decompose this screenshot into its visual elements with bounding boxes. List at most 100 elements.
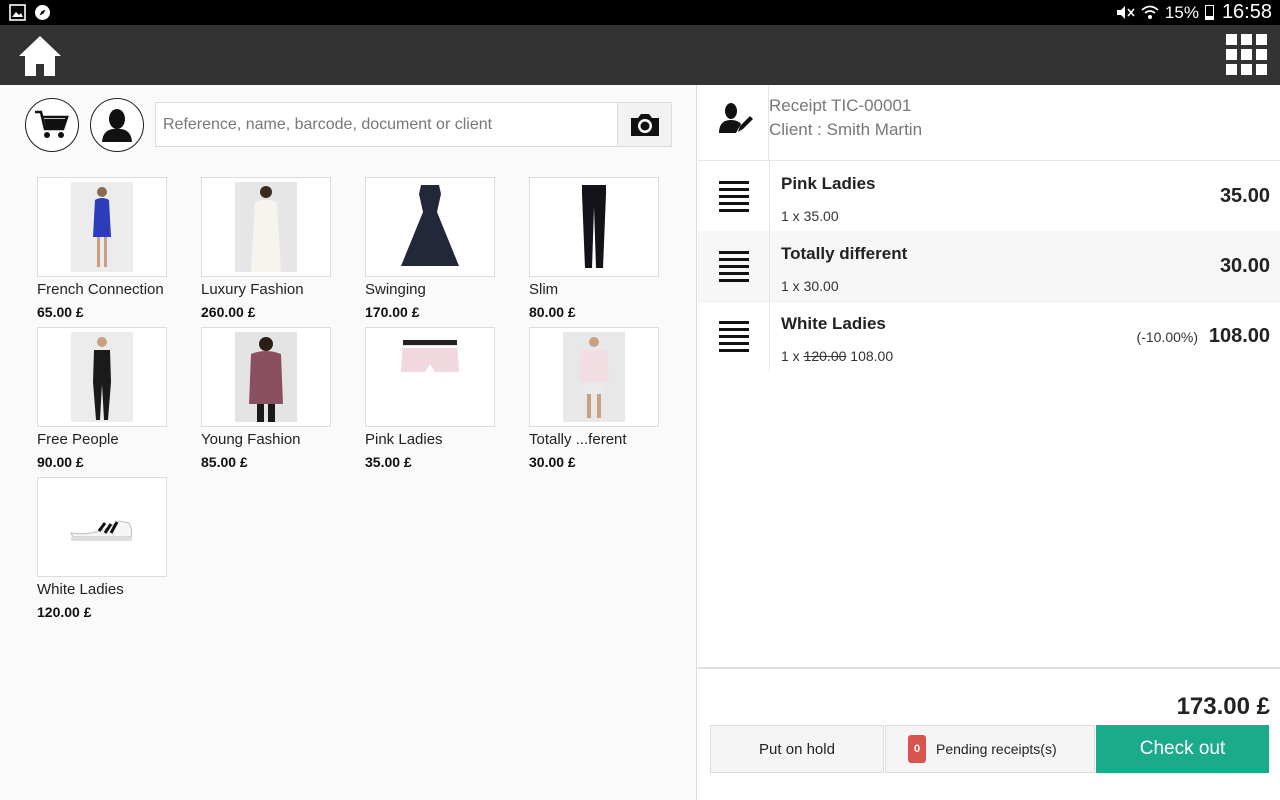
camera-icon bbox=[630, 113, 659, 136]
original-price: 120.00 bbox=[803, 348, 847, 364]
put-on-hold-button[interactable]: Put on hold bbox=[710, 725, 884, 773]
receipt-client: Client : Smith Martin bbox=[769, 120, 923, 139]
grid-cell bbox=[1226, 64, 1237, 75]
product-price: 90.00 £ bbox=[37, 454, 84, 470]
product-price: 65.00 £ bbox=[37, 304, 84, 320]
product-tile[interactable]: White Ladies 120.00 £ bbox=[37, 477, 187, 627]
product-price: 120.00 £ bbox=[37, 604, 92, 620]
receipt-line[interactable]: Totally different 1 x 30.00 30.00 bbox=[698, 231, 1280, 301]
battery-percent: 15% bbox=[1164, 2, 1199, 22]
catalog-pane: French Connection 65.00 £ Luxury Fashion… bbox=[0, 85, 697, 800]
line-name: Pink Ladies bbox=[781, 174, 876, 193]
product-image bbox=[37, 327, 167, 427]
drag-handle[interactable] bbox=[698, 301, 770, 371]
search-field[interactable] bbox=[155, 102, 618, 147]
product-price: 30.00 £ bbox=[529, 454, 576, 470]
grid-cell bbox=[1241, 64, 1252, 75]
mute-icon bbox=[1116, 6, 1135, 19]
product-image bbox=[37, 477, 167, 577]
product-name: Luxury Fashion bbox=[201, 281, 304, 298]
hamburger-icon bbox=[719, 180, 749, 212]
product-name: Pink Ladies bbox=[365, 431, 443, 448]
product-tile[interactable]: Free People 90.00 £ bbox=[37, 327, 187, 477]
grid-cell bbox=[1241, 34, 1252, 45]
line-total: 35.00 bbox=[1219, 185, 1270, 207]
cart-button[interactable] bbox=[25, 98, 79, 152]
product-image bbox=[365, 327, 495, 427]
receipt-title: Receipt TIC-00001 bbox=[769, 96, 912, 115]
receipt-line[interactable]: Pink Ladies 1 x 35.00 35.00 bbox=[698, 161, 1280, 231]
grid-cell bbox=[1226, 34, 1237, 45]
product-image bbox=[201, 327, 331, 427]
search-input[interactable] bbox=[156, 103, 617, 146]
hamburger-icon bbox=[719, 320, 749, 352]
product-name: Swinging bbox=[365, 281, 426, 298]
hamburger-icon bbox=[719, 250, 749, 282]
line-total: 108.00 bbox=[1208, 325, 1270, 347]
product-price: 80.00 £ bbox=[529, 304, 576, 320]
product-name: French Connection bbox=[37, 281, 164, 298]
product-tile[interactable]: Young Fashion 85.00 £ bbox=[201, 327, 351, 477]
product-image bbox=[201, 177, 331, 277]
home-button[interactable] bbox=[16, 33, 64, 79]
product-tile[interactable]: Swinging 170.00 £ bbox=[365, 177, 515, 327]
grid-cell bbox=[1226, 49, 1237, 60]
product-tile[interactable]: Luxury Fashion 260.00 £ bbox=[201, 177, 351, 327]
edit-client-icon[interactable] bbox=[718, 102, 754, 134]
product-tile[interactable]: Totally ...ferent 30.00 £ bbox=[529, 327, 679, 477]
customer-button[interactable] bbox=[90, 98, 144, 152]
product-name: Slim bbox=[529, 281, 559, 298]
product-name: Free People bbox=[37, 431, 119, 448]
line-quantity: 1 x 35.00 bbox=[781, 208, 839, 224]
grid-cell bbox=[1241, 49, 1252, 60]
line-name: White Ladies bbox=[781, 314, 886, 333]
receipt-header: Receipt TIC-00001 Client : Smith Martin bbox=[698, 85, 1280, 161]
line-total: 30.00 bbox=[1219, 255, 1270, 277]
drag-handle[interactable] bbox=[698, 161, 770, 231]
line-discount: (-10.00%) bbox=[1136, 329, 1198, 345]
product-image bbox=[365, 177, 495, 277]
line-quantity: 1 x 120.00 108.00 bbox=[781, 348, 893, 364]
pending-receipts-button[interactable]: 0 Pending receipts(s) bbox=[885, 725, 1095, 773]
qty-prefix: 1 x bbox=[781, 348, 800, 364]
product-name: Totally ...ferent bbox=[529, 431, 627, 448]
grid-cell bbox=[1256, 64, 1267, 75]
cart-icon bbox=[35, 110, 69, 138]
footer-divider bbox=[698, 667, 1280, 669]
clock: 16:58 bbox=[1221, 1, 1272, 23]
wifi-icon bbox=[1141, 5, 1159, 19]
home-icon bbox=[19, 36, 61, 76]
pending-label: Pending receipts(s) bbox=[936, 741, 1057, 757]
product-name: Young Fashion bbox=[201, 431, 301, 448]
product-name: White Ladies bbox=[37, 581, 124, 598]
product-tile[interactable]: Slim 80.00 £ bbox=[529, 177, 679, 327]
checkout-button[interactable]: Check out bbox=[1096, 725, 1269, 773]
gallery-icon bbox=[9, 4, 26, 21]
product-price: 35.00 £ bbox=[365, 454, 412, 470]
product-price: 85.00 £ bbox=[201, 454, 248, 470]
product-tile[interactable]: Pink Ladies 35.00 £ bbox=[365, 327, 515, 477]
product-price: 260.00 £ bbox=[201, 304, 256, 320]
line-quantity: 1 x 30.00 bbox=[781, 278, 839, 294]
line-name: Totally different bbox=[781, 244, 908, 263]
barcode-scan-button[interactable] bbox=[617, 102, 672, 147]
product-price: 170.00 £ bbox=[365, 304, 420, 320]
grand-total: 173.00 £ bbox=[1176, 693, 1270, 720]
grid-cell bbox=[1256, 34, 1267, 45]
grid-cell bbox=[1256, 49, 1267, 60]
user-icon bbox=[102, 109, 132, 142]
pending-count-badge: 0 bbox=[908, 735, 926, 763]
apps-grid-button[interactable] bbox=[1226, 34, 1268, 76]
receipt-line[interactable]: White Ladies 1 x 120.00 108.00 (-10.00%)… bbox=[698, 301, 1280, 371]
discounted-price: 108.00 bbox=[850, 348, 894, 364]
receipt-pane: Receipt TIC-00001 Client : Smith Martin … bbox=[698, 85, 1280, 800]
drag-handle[interactable] bbox=[698, 231, 770, 301]
product-image bbox=[37, 177, 167, 277]
product-image bbox=[529, 327, 659, 427]
product-image bbox=[529, 177, 659, 277]
product-tile[interactable]: French Connection 65.00 £ bbox=[37, 177, 187, 327]
status-bar: 15% 16:58 bbox=[0, 0, 1280, 25]
compass-icon bbox=[35, 5, 50, 20]
battery-icon bbox=[1204, 5, 1214, 20]
top-toolbar bbox=[0, 25, 1280, 85]
